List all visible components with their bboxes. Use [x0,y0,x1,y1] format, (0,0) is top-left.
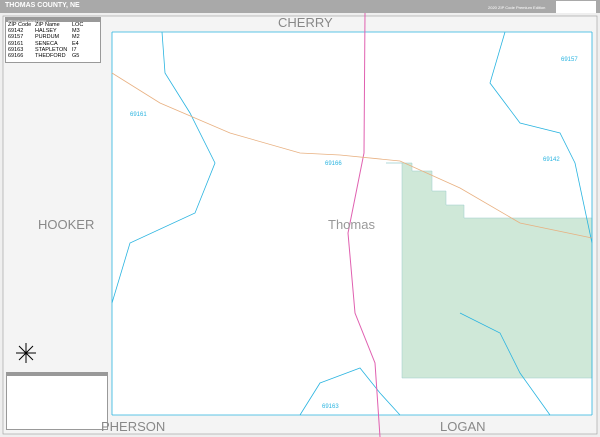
zip-label: 69142 [543,157,560,163]
neighbor-south-west: PHERSON [101,419,166,434]
neighbor-west: HOOKER [38,217,95,232]
compass-icon [16,343,36,363]
zip-label: 69161 [130,112,147,118]
map-title: THOMAS COUNTY, NE [5,2,80,9]
zip-index-row: 69166 THEDFORD G5 [8,53,80,60]
zip-label: 69166 [325,161,342,167]
zip-label: 69157 [561,57,578,63]
zip-index-table: ZIP Code Index/Grid Locator ZIP Code ZIP … [5,17,101,63]
map-legend [6,372,108,430]
neighbor-north: CHERRY [278,15,333,30]
neighbor-south-east: LOGAN [440,419,486,434]
county-label: Thomas [328,217,375,232]
zip-label: 69163 [322,404,339,410]
logo [556,1,596,13]
edition-label: 2020 ZIP Code Premium Edition [488,5,546,10]
header: THOMAS COUNTY, NE 2020 ZIP Code Premium … [0,0,600,13]
